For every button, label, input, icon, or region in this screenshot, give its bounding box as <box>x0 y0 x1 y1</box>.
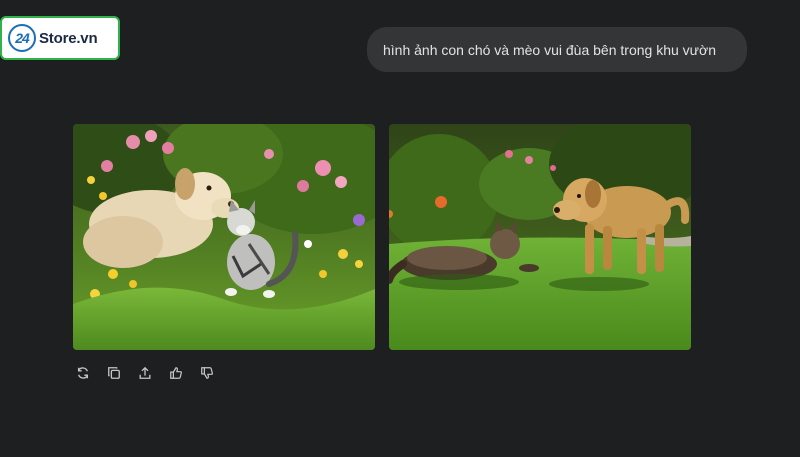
dog-cat-lawn-image <box>389 124 691 350</box>
logo-text: Store.vn <box>39 29 98 47</box>
generated-image-1[interactable] <box>73 124 375 350</box>
logo-badge: 24 <box>8 24 36 52</box>
user-prompt-text: hình ảnh con chó và mèo vui đùa bên tron… <box>383 41 716 58</box>
user-prompt-bubble: hình ảnh con chó và mèo vui đùa bên tron… <box>367 27 747 72</box>
like-button[interactable] <box>163 362 188 384</box>
generated-image-2[interactable] <box>389 124 691 350</box>
thumbs-down-icon <box>200 367 213 379</box>
regenerate-button[interactable] <box>70 362 95 384</box>
brand-logo: 24 Store.vn <box>0 16 120 60</box>
response-action-bar <box>70 362 219 384</box>
dog-kitten-garden-image <box>73 124 375 350</box>
dislike-button[interactable] <box>194 362 219 384</box>
copy-button[interactable] <box>101 362 126 384</box>
thumbs-up-icon <box>169 367 182 379</box>
refresh-icon <box>77 367 88 379</box>
chat-page: 24 Store.vn hình ảnh con chó và mèo vui … <box>0 0 800 457</box>
copy-icon <box>107 367 120 379</box>
share-button[interactable] <box>132 362 157 384</box>
share-icon <box>139 366 150 379</box>
